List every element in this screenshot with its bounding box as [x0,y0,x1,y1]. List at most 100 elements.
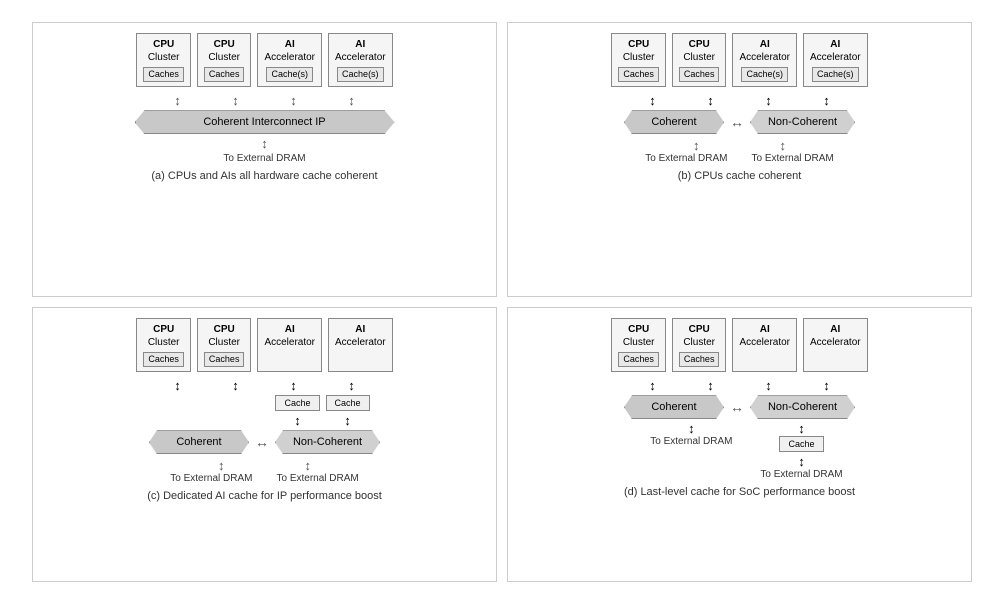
diagram-d-title: (d) Last-level cache for SoC performance… [624,486,855,498]
diagram-b-coherent: Coherent [624,110,724,134]
unit-c-ai2: AI Accelerator [328,318,393,373]
unit-d-cpu1-title: CPU [618,323,659,336]
unit-cpu2-title: CPU [204,38,245,51]
arrow-c3: ↕ [268,378,320,393]
diagram-d: CPU Cluster Caches CPU Cluster Caches AI… [507,307,972,582]
arrow-b1: ↕ [627,93,679,108]
d-right-cache: ↕ Cache ↕ To External DRAM [760,421,842,480]
diagram-b-dram-left: To External DRAM [645,153,727,164]
diagram-a: CPU Cluster Caches CPU Cluster Caches AI… [32,22,497,297]
horiz-arrow-d: ↔ [730,399,744,415]
unit-b-ai2-cache: Cache(s) [812,67,859,83]
unit-c-cpu1: CPU Cluster Caches [136,318,191,373]
unit-d-cpu1: CPU Cluster Caches [611,318,666,373]
unit-c-cpu2-cache: Caches [204,352,245,368]
arrow-c-dram-left: ↕ [218,458,225,473]
unit-c-ai1-title: AI [264,323,315,336]
unit-ai1-title: AI [264,38,315,51]
unit-d-cpu2-cache: Caches [679,352,720,368]
arrow-d-right-top: ↕ [798,421,805,436]
unit-d-cpu2: CPU Cluster Caches [672,318,727,373]
diagram-b-dram-labels: To External DRAM To External DRAM [645,153,834,164]
unit-ai2-title: AI [335,38,386,51]
unit-ai1-sub: Accelerator [264,51,315,64]
diagram-c: CPU Cluster Caches CPU Cluster Caches AI… [32,307,497,582]
arrow-c-dram-right: ↕ [305,458,312,473]
unit-b-ai2: AI Accelerator Cache(s) [803,33,868,88]
unit-c-cpu2-sub: Cluster [204,336,245,349]
diagram-c-noncoherent: Non-Coherent [275,430,380,454]
diagram-b-units: CPU Cluster Caches CPU Cluster Caches AI… [611,33,867,88]
arrow-b4: ↕ [801,93,853,108]
unit-d-cpu1-sub: Cluster [618,336,659,349]
unit-b-ai1-cache: Cache(s) [741,67,788,83]
unit-c-ai2-sub: Accelerator [335,336,386,349]
unit-c-ai2-title: AI [335,323,386,336]
diagram-c-coherent: Coherent [149,430,249,454]
horiz-arrow-c: ↔ [255,434,269,450]
diagram-c-units: CPU Cluster Caches CPU Cluster Caches AI… [136,318,392,373]
diagram-b-noncoherent: Non-Coherent [750,110,855,134]
c-ai1-cache-col: Cache ↕ [275,395,319,428]
unit-b-ai2-sub: Accelerator [810,51,861,64]
arrow-b-dram-right: ↕ [780,138,787,153]
diagram-c-dram-labels: To External DRAM To External DRAM [170,473,359,484]
diagram-a-arrows-down: ↕ ↕ ↕ ↕ [152,93,378,108]
c-cache-arrow2: ↕ [344,413,351,428]
d-cache-box: Cache [779,436,823,452]
diagram-a-banner: Coherent Interconnect IP [135,110,395,134]
unit-c-ai1: AI Accelerator [257,318,322,373]
unit-d-ai1-title: AI [739,323,790,336]
unit-b-ai1-sub: Accelerator [739,51,790,64]
unit-cpu1: CPU Cluster Caches [136,33,191,88]
unit-ai2-cache: Cache(s) [337,67,384,83]
c-ai2-cache-col: Cache ↕ [326,395,370,428]
unit-c-cpu2-title: CPU [204,323,245,336]
diagram-c-dram-arrows: ↕ ↕ [218,458,311,473]
diagram-d-noncoherent: Non-Coherent [750,395,855,419]
unit-b-cpu1: CPU Cluster Caches [611,33,666,88]
arrow-b3: ↕ [743,93,795,108]
diagram-c-dram-right: To External DRAM [277,473,359,484]
unit-cpu2-sub: Cluster [204,51,245,64]
diagram-b-banners: Coherent ↔ Non-Coherent [624,110,855,134]
unit-b-ai2-title: AI [810,38,861,51]
diagram-a-title: (a) CPUs and AIs all hardware cache cohe… [151,170,377,182]
arrow-a4: ↕ [326,93,378,108]
unit-b-ai1-title: AI [739,38,790,51]
diagram-c-banners: Coherent ↔ Non-Coherent [149,430,380,454]
diagram-d-noncoherent-label: Non-Coherent [768,401,837,413]
unit-ai1-cache: Cache(s) [266,67,313,83]
arrow-a2: ↕ [210,93,262,108]
unit-cpu1-title: CPU [143,38,184,51]
diagram-a-banner-label: Coherent Interconnect IP [203,116,325,128]
diagram-b-coherent-label: Coherent [651,116,696,128]
unit-d-cpu2-sub: Cluster [679,336,720,349]
arrow-c2: ↕ [210,378,262,393]
diagram-d-units: CPU Cluster Caches CPU Cluster Caches AI… [611,318,867,373]
unit-c-ai1-sub: Accelerator [264,336,315,349]
diagram-c-dram-left: To External DRAM [170,473,252,484]
diagram-d-banners: Coherent ↔ Non-Coherent [624,395,855,419]
diagram-b-noncoherent-label: Non-Coherent [768,116,837,128]
unit-cpu2-cache: Caches [204,67,245,83]
arrow-b-dram-left: ↕ [693,138,700,153]
unit-b-cpu2-title: CPU [679,38,720,51]
arrow-a-dram: ↕ [261,136,268,151]
arrow-d1: ↕ [627,378,679,393]
diagram-b-dram-right: To External DRAM [752,153,834,164]
diagram-b-arrows: ↕ ↕ ↕ ↕ [513,93,966,108]
arrow-d-left-dram: ↕ [688,421,695,436]
unit-b-cpu2: CPU Cluster Caches [672,33,727,88]
unit-d-cpu1-cache: Caches [618,352,659,368]
arrow-c4: ↕ [326,378,378,393]
unit-b-cpu1-cache: Caches [618,67,659,83]
diagram-c-title: (c) Dedicated AI cache for IP performanc… [147,490,382,502]
horiz-arrow-b: ↔ [730,114,744,130]
unit-cpu1-cache: Caches [143,67,184,83]
unit-d-ai2: AI Accelerator [803,318,868,373]
unit-b-cpu2-cache: Caches [679,67,720,83]
diagram-c-coherent-label: Coherent [176,436,221,448]
arrow-d3: ↕ [743,378,795,393]
diagram-d-arrows-top: ↕ ↕ ↕ ↕ [513,378,966,393]
